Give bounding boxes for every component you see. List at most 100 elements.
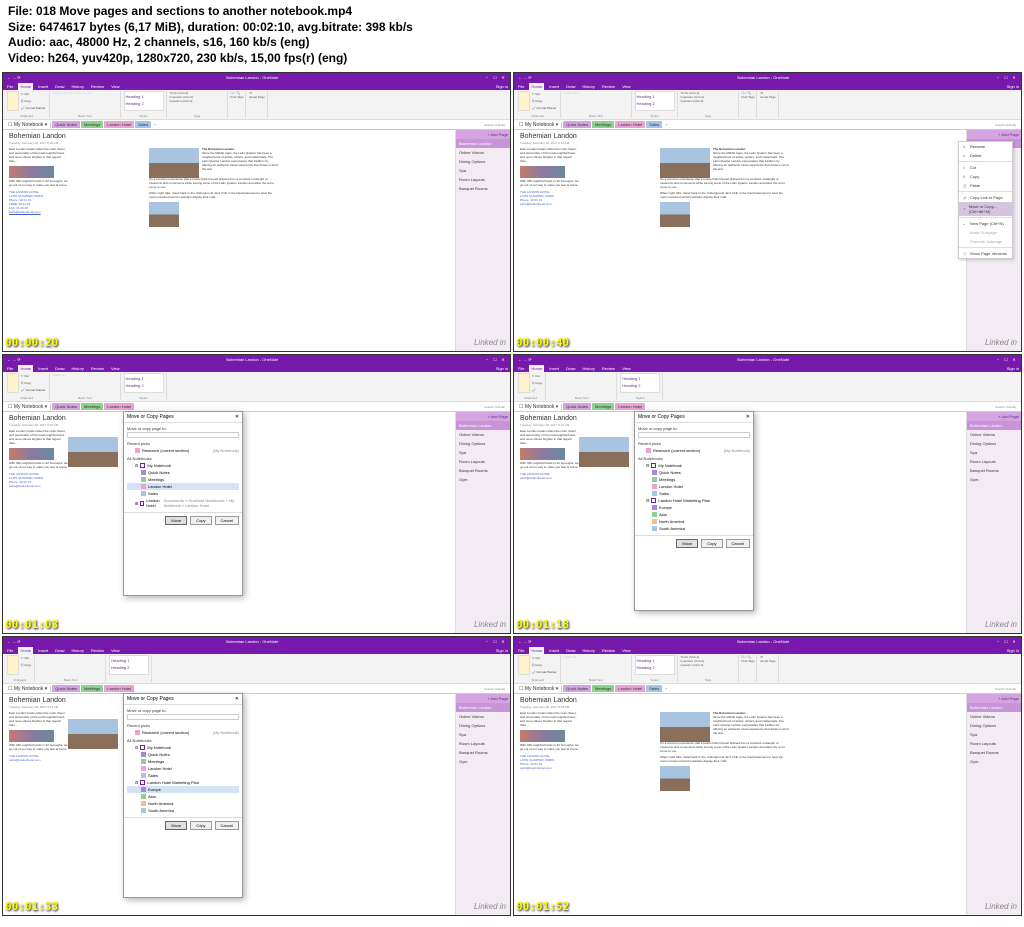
copy-button[interactable]: Copy <box>701 539 722 548</box>
thumb-1: ← → ⟳ Bohemian Landon - OneNote −☐✕ File… <box>2 72 511 352</box>
page-item[interactable]: Banquet Rooms <box>456 184 510 193</box>
tree-notebook[interactable]: ⊟Landon Hotel Marketing Plan <box>638 497 750 504</box>
cancel-button[interactable]: Cancel <box>726 539 750 548</box>
tree-section[interactable]: Europe <box>638 504 750 511</box>
tree-section[interactable]: Sales <box>127 490 239 497</box>
move-button[interactable]: Move <box>676 539 698 548</box>
cut-button[interactable]: ✂ Cut <box>20 91 47 97</box>
cm-rename[interactable]: ✎Rename <box>959 142 1012 151</box>
move-copy-dialog: Move or Copy Pages✕ Move or copy page to… <box>123 693 243 898</box>
para-2: With 436 neighborhoods in 32 boroughs, w… <box>9 180 69 188</box>
tree-section[interactable]: Landon Hotel <box>638 483 750 490</box>
question-tag[interactable]: Question (Ctrl+3) <box>170 99 225 103</box>
cm-copy-link[interactable]: 🔗Copy Link to Page <box>959 193 1012 202</box>
dialog-close-icon[interactable]: ✕ <box>746 414 750 420</box>
qa-icons[interactable]: ← → ⟳ <box>7 75 21 80</box>
basic-text-group-label: Basic Text <box>53 114 118 118</box>
format-painter-button[interactable]: 🖌 Format Painter <box>20 105 47 111</box>
section-landon-hotel[interactable]: Landon Hotel <box>104 121 134 128</box>
dialog-close-icon[interactable]: ✕ <box>235 414 239 420</box>
file-label: File: <box>8 4 33 18</box>
section-sales[interactable]: Sales <box>135 121 151 128</box>
tree-section[interactable]: Meetings <box>127 476 239 483</box>
all-notebooks-header: All Notebooks <box>127 456 239 461</box>
size-label: Size: <box>8 20 36 34</box>
tree-section[interactable]: Sales <box>638 490 750 497</box>
cm-new-page[interactable]: +New Page (Ctrl+N) <box>959 219 1012 228</box>
cm-paste[interactable]: 📋Paste <box>959 181 1012 190</box>
timecode: 00:00:20 <box>5 336 58 349</box>
page-item[interactable]: Spa <box>456 166 510 175</box>
cancel-button[interactable]: Cancel <box>215 821 239 830</box>
cm-versions[interactable]: 🕐Show Page Versions <box>959 249 1012 258</box>
sign-in-link[interactable]: Sign in <box>496 84 508 89</box>
email-page-button[interactable]: ✉Email Page <box>249 91 264 99</box>
tree-notebook[interactable]: ⊞Landon HotelDocuments » OneNote Noteboo… <box>127 497 239 509</box>
title-bar: ← → ⟳ Bohemian Landon - OneNote −☐✕ <box>3 73 510 82</box>
minimize-icon[interactable]: − <box>484 75 490 80</box>
tags-group-label: Tags <box>170 114 225 118</box>
cm-delete[interactable]: ✕Delete <box>959 151 1012 160</box>
styles-gallery[interactable]: Heading 1 Heading 2 <box>124 91 164 111</box>
dialog-search-input[interactable] <box>127 432 239 438</box>
timecode: 00:00:40 <box>516 336 569 349</box>
notebook-bar: ☐ My Notebook ▾ Quick Notes Meetings Lan… <box>3 120 510 130</box>
notebook-dropdown[interactable]: ☐ My Notebook ▾ <box>5 122 51 128</box>
tree-section[interactable]: Asia <box>638 511 750 518</box>
cm-move-copy[interactable]: ↗Move or Copy... (Ctrl+Alt+M) <box>959 202 1012 216</box>
review-tab[interactable]: Review <box>89 83 106 90</box>
tree-section[interactable]: Landon Hotel <box>127 483 239 490</box>
copy-button[interactable]: Copy <box>190 516 211 525</box>
tree-section[interactable]: Quick Notes <box>127 469 239 476</box>
close-icon[interactable]: ✕ <box>500 75 506 80</box>
dialog-search-input[interactable] <box>638 432 750 438</box>
styles-group-label: Styles <box>124 114 164 118</box>
cm-cut[interactable]: ✂Cut <box>959 163 1012 172</box>
sky-image <box>149 148 199 178</box>
page-canvas[interactable]: Bohemian Landon Tuesday, February 28, 20… <box>3 130 455 351</box>
file-tab[interactable]: File <box>5 83 15 90</box>
tree-section[interactable]: North America <box>638 518 750 525</box>
move-button[interactable]: Move <box>165 516 187 525</box>
find-tags-button[interactable]: ☐✓ 🔍Find Tags <box>231 91 244 99</box>
page-item[interactable]: Bohemian Landon <box>456 139 510 148</box>
thumb-5: ← → ⟳Bohemian Landon - OneNote−☐✕ FileHo… <box>2 636 511 916</box>
add-page-button[interactable]: + Add Page <box>456 130 510 139</box>
history-tab[interactable]: History <box>69 83 85 90</box>
cm-promote[interactable]: Promote Subpage <box>959 237 1012 246</box>
video-label: Video: <box>8 51 44 65</box>
add-section-button[interactable]: + <box>151 122 159 127</box>
dialog-label: Move or copy page to: <box>127 426 239 431</box>
tree-section-europe[interactable]: Europe <box>127 786 239 793</box>
file-value: 018 Move pages and sections to another n… <box>36 4 352 18</box>
section-meetings[interactable]: Meetings <box>81 121 103 128</box>
move-button[interactable]: Move <box>165 821 187 830</box>
tree-section[interactable]: Meetings <box>638 476 750 483</box>
page-item[interactable]: Dining Options <box>456 157 510 166</box>
tree-section[interactable]: South America <box>638 525 750 532</box>
cm-subpage[interactable]: Make Subpage <box>959 228 1012 237</box>
view-tab[interactable]: View <box>109 83 122 90</box>
copy-button[interactable]: Copy <box>190 821 211 830</box>
page-item[interactable]: Online Videos <box>456 148 510 157</box>
cm-copy[interactable]: ⎘Copy <box>959 172 1012 181</box>
page-title[interactable]: Bohemian Landon <box>9 133 449 140</box>
move-copy-dialog: Move or Copy Pages✕ Move or copy page to… <box>123 411 243 596</box>
draw-tab[interactable]: Draw <box>53 83 66 90</box>
recent-item[interactable]: Research (current section) (My Notebook) <box>127 447 239 454</box>
tree-notebook[interactable]: ⊟My Notebook <box>638 462 750 469</box>
tree-notebook[interactable]: ⊟My Notebook <box>127 462 239 469</box>
maximize-icon[interactable]: ☐ <box>492 75 498 80</box>
copy-button[interactable]: ⎘ Copy <box>20 98 47 104</box>
video-value: h264, yuv420p, 1280x720, 230 kb/s, 15,00… <box>48 51 348 65</box>
cancel-button[interactable]: Cancel <box>215 516 239 525</box>
search-input[interactable]: Search (Ctrl+E) <box>481 123 508 127</box>
paste-button[interactable] <box>7 91 19 111</box>
tree-section[interactable]: Quick Notes <box>638 469 750 476</box>
page-item[interactable]: Room Layouts <box>456 175 510 184</box>
thumb-6: ← → ⟳Bohemian Landon - OneNote−☐✕ FileHo… <box>513 636 1022 916</box>
insert-tab[interactable]: Insert <box>36 83 50 90</box>
section-quick-notes[interactable]: Quick Notes <box>52 121 80 128</box>
clipboard-group-label: Clipboard <box>7 114 47 118</box>
home-tab[interactable]: Home <box>18 83 33 90</box>
